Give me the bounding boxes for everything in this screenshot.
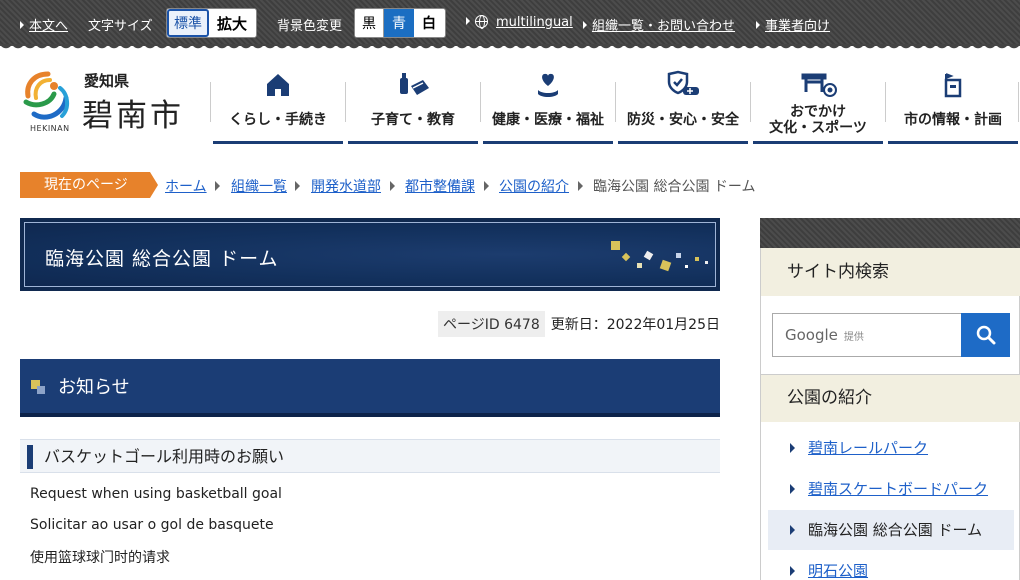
nav-item-safety[interactable]: 防災・安心・安全: [618, 60, 748, 144]
globe-icon: [475, 15, 488, 29]
local-menu-item-current: 臨海公園 総合公園 ドーム: [768, 510, 1014, 550]
content-line-pt: Solicitar ao usar o gol de basquete: [30, 517, 274, 533]
nav-label: 防災・安心・安全: [627, 112, 739, 128]
search-brand: Google: [785, 326, 838, 344]
local-menu-heading: 公園の紹介: [760, 374, 1020, 422]
local-menu: 碧南レールパーク 碧南スケートボードパーク 臨海公園 総合公園 ドーム 明石公園: [760, 422, 1020, 580]
local-menu-item[interactable]: 碧南スケートボードパーク: [768, 469, 1014, 509]
topbar-wave-border: [0, 44, 1020, 52]
search-icon: [976, 325, 995, 345]
multilingual-link[interactable]: multilingual: [466, 15, 573, 30]
nav-label-line1: おでかけ: [790, 104, 846, 120]
breadcrumb-arrow-icon: [578, 181, 583, 191]
nav-label: 市の情報・計画: [904, 112, 1002, 128]
bg-color-switch: 黒 青 白: [354, 8, 446, 38]
business-link[interactable]: 事業者向け: [756, 15, 830, 34]
global-nav: くらし・手続き 子育て・教育 健康・医療・福祉 防災・安心・安全 おでかけ 文化…: [0, 60, 1020, 144]
nav-item-childcare[interactable]: 子育て・教育: [348, 60, 478, 144]
nav-label: 健康・医療・福祉: [492, 112, 604, 128]
local-menu-item[interactable]: 明石公園: [768, 551, 1014, 580]
page-id-badge: ページID 6478: [438, 311, 545, 337]
breadcrumb-dept[interactable]: 開発水道部: [311, 176, 381, 196]
font-size-switch: 標準 拡大: [166, 8, 257, 38]
font-size-label: 文字サイズ: [88, 19, 153, 34]
breadcrumb-arrow-icon: [390, 181, 395, 191]
nav-item-health[interactable]: 健康・医療・福祉: [483, 60, 613, 144]
bg-color-label: 背景色変更: [277, 19, 343, 34]
breadcrumb-arrow-icon: [215, 181, 220, 191]
bg-blue-button[interactable]: 青: [384, 9, 414, 37]
bg-black-button[interactable]: 黒: [355, 9, 384, 37]
sidebar-top-pattern: [760, 218, 1020, 250]
house-icon: [267, 74, 289, 96]
page-title-banner: 臨海公園 総合公園 ドーム: [20, 218, 720, 291]
org-contact-link[interactable]: 組織一覧・お問い合わせ: [583, 15, 735, 34]
breadcrumb-org-list[interactable]: 組織一覧: [231, 176, 287, 196]
shield-car-icon: [667, 70, 699, 95]
search-button[interactable]: [961, 313, 1010, 357]
nav-label: 子育て・教育: [371, 112, 455, 128]
nav-item-city-info[interactable]: 市の情報・計画: [888, 60, 1018, 144]
local-menu-item[interactable]: 碧南レールパーク: [768, 428, 1014, 468]
sub-heading: バスケットゴール利用時のお願い: [20, 439, 720, 473]
breadcrumb-label: 現在のページ: [20, 172, 158, 198]
utility-bar: 本文へ 文字サイズ 標準 拡大 背景色変更 黒 青 白 multilingual…: [0, 0, 1020, 52]
search-provided: 提供: [843, 332, 864, 343]
breadcrumb-arrow-icon: [295, 181, 300, 191]
content-line-en: Request when using basketball goal: [30, 486, 282, 502]
search-input[interactable]: Google 提供: [772, 313, 962, 357]
breadcrumb-parks[interactable]: 公園の紹介: [499, 176, 569, 196]
breadcrumb-section[interactable]: 都市整備課: [405, 176, 475, 196]
skip-to-content-link[interactable]: 本文へ: [20, 15, 68, 34]
updated-date: 更新日：2022年01月25日: [550, 317, 720, 333]
nav-label-line2: 文化・スポーツ: [769, 120, 867, 136]
nav-item-living[interactable]: くらし・手続き: [213, 60, 343, 144]
bottle-book-icon: [400, 73, 429, 95]
site-search-box: Google 提供: [760, 296, 1020, 374]
font-standard-button[interactable]: 標準: [167, 9, 209, 37]
section-heading: お知らせ: [20, 359, 720, 417]
bg-white-button[interactable]: 白: [414, 9, 444, 37]
page-meta: ページID 6478 更新日：2022年01月25日: [438, 311, 720, 337]
breadcrumb-arrow-icon: [484, 181, 489, 191]
breadcrumb-current: 臨海公園 総合公園 ドーム: [593, 179, 756, 195]
nav-label: くらし・手続き: [229, 112, 327, 128]
breadcrumb-home[interactable]: ホーム: [165, 176, 207, 196]
page-title: 臨海公園 総合公園 ドーム: [45, 248, 279, 270]
gate-ball-icon: [801, 73, 837, 97]
nav-item-outing[interactable]: おでかけ 文化・スポーツ: [753, 60, 883, 144]
font-large-button[interactable]: 拡大: [209, 9, 255, 37]
city-hall-icon: [944, 73, 962, 98]
heart-hand-icon: [538, 73, 558, 97]
content-line-zh: 使用篮球球门时的请求: [30, 550, 170, 566]
site-search-heading: サイト内検索: [760, 248, 1020, 296]
